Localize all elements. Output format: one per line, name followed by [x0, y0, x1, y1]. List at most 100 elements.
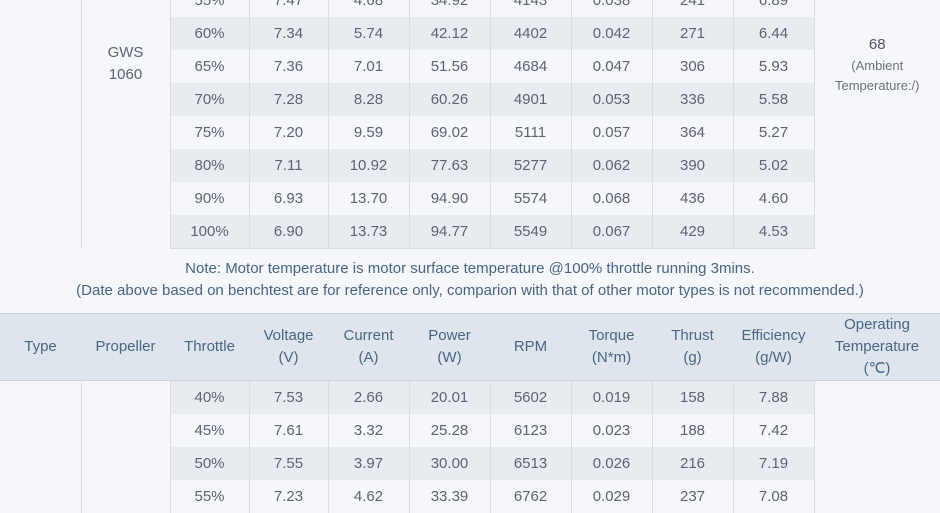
torque-cell: 0.029	[571, 480, 652, 513]
throttle-cell: 70%	[170, 83, 249, 116]
note-line-2: (Date above based on benchtest are for r…	[0, 280, 940, 302]
current-cell: 8.28	[328, 83, 409, 116]
efficiency-cell: 5.93	[733, 50, 814, 83]
throttle-cell: 75%	[170, 116, 249, 149]
header-type: Type	[0, 314, 81, 381]
propeller-label: GWS	[82, 42, 170, 64]
current-cell: 4.68	[328, 0, 409, 17]
efficiency-cell: 5.27	[733, 116, 814, 149]
throttle-cell: 55%	[170, 0, 249, 17]
torque-cell: 0.057	[571, 116, 652, 149]
power-cell: 60.26	[409, 83, 490, 116]
table-row: 40%7.532.6620.0156020.0191587.88	[0, 381, 940, 415]
header-power: Power(W)	[409, 314, 490, 381]
voltage-cell: 6.93	[249, 182, 328, 215]
torque-cell: 0.047	[571, 50, 652, 83]
current-cell: 13.73	[328, 215, 409, 249]
throttle-cell: 55%	[170, 480, 249, 513]
voltage-cell: 7.61	[249, 414, 328, 447]
power-cell: 33.39	[409, 480, 490, 513]
upper-data-table: GWS106055%7.474.6834.9241430.0382416.896…	[0, 0, 940, 249]
thrust-cell: 364	[652, 116, 733, 149]
operating-temperature-cell	[814, 381, 940, 513]
rpm-cell: 5111	[490, 116, 571, 149]
ambient-temperature-note: (Ambient	[815, 56, 940, 76]
torque-cell: 0.038	[571, 0, 652, 17]
rpm-cell: 4143	[490, 0, 571, 17]
ambient-temperature-note: Temperature:/)	[815, 76, 940, 96]
power-cell: 42.12	[409, 17, 490, 50]
rpm-cell: 6762	[490, 480, 571, 513]
propeller-label: 1060	[82, 64, 170, 86]
torque-cell: 0.042	[571, 17, 652, 50]
lower-table-body: 40%7.532.6620.0156020.0191587.8845%7.613…	[0, 381, 940, 513]
rpm-cell: 5602	[490, 381, 571, 415]
efficiency-cell: 4.53	[733, 215, 814, 249]
header-rpm: RPM	[490, 314, 571, 381]
header-thrust: Thrust(g)	[652, 314, 733, 381]
header-torque: Torque(N*m)	[571, 314, 652, 381]
voltage-cell: 7.28	[249, 83, 328, 116]
note-line-1: Note: Motor temperature is motor surface…	[0, 258, 940, 280]
current-cell: 3.97	[328, 447, 409, 480]
efficiency-cell: 6.89	[733, 0, 814, 17]
power-cell: 77.63	[409, 149, 490, 182]
voltage-cell: 6.90	[249, 215, 328, 249]
type-cell	[0, 0, 81, 249]
current-cell: 13.70	[328, 182, 409, 215]
throttle-cell: 80%	[170, 149, 249, 182]
torque-cell: 0.062	[571, 149, 652, 182]
efficiency-cell: 4.60	[733, 182, 814, 215]
torque-cell: 0.023	[571, 414, 652, 447]
throttle-cell: 50%	[170, 447, 249, 480]
torque-cell: 0.067	[571, 215, 652, 249]
current-cell: 10.92	[328, 149, 409, 182]
throttle-cell: 100%	[170, 215, 249, 249]
torque-cell: 0.053	[571, 83, 652, 116]
torque-cell: 0.026	[571, 447, 652, 480]
voltage-cell: 7.36	[249, 50, 328, 83]
thrust-cell: 436	[652, 182, 733, 215]
header-row: Type Propeller Throttle Voltage(V) Curre…	[0, 314, 940, 381]
current-cell: 2.66	[328, 381, 409, 415]
voltage-cell: 7.11	[249, 149, 328, 182]
thrust-cell: 241	[652, 0, 733, 17]
temperature-value: 68	[815, 34, 940, 56]
power-cell: 20.01	[409, 381, 490, 415]
thrust-cell: 429	[652, 215, 733, 249]
current-cell: 3.32	[328, 414, 409, 447]
voltage-cell: 7.20	[249, 116, 328, 149]
thrust-cell: 271	[652, 17, 733, 50]
efficiency-cell: 7.19	[733, 447, 814, 480]
voltage-cell: 7.55	[249, 447, 328, 480]
thrust-cell: 306	[652, 50, 733, 83]
operating-temperature-cell: 68(AmbientTemperature:/)	[814, 0, 940, 249]
rpm-cell: 6123	[490, 414, 571, 447]
header-operating-temperature: OperatingTemperature(℃)	[814, 314, 940, 381]
header-voltage: Voltage(V)	[249, 314, 328, 381]
current-cell: 9.59	[328, 116, 409, 149]
throttle-cell: 90%	[170, 182, 249, 215]
benchtest-note: Note: Motor temperature is motor surface…	[0, 248, 940, 312]
throttle-cell: 60%	[170, 17, 249, 50]
efficiency-cell: 5.02	[733, 149, 814, 182]
rpm-cell: 6513	[490, 447, 571, 480]
power-cell: 34.92	[409, 0, 490, 17]
upper-table-body: GWS106055%7.474.6834.9241430.0382416.896…	[0, 0, 940, 249]
header-throttle: Throttle	[170, 314, 249, 381]
current-cell: 5.74	[328, 17, 409, 50]
propeller-cell: GWS1060	[81, 0, 170, 249]
torque-cell: 0.019	[571, 381, 652, 415]
thrust-cell: 158	[652, 381, 733, 415]
rpm-cell: 4684	[490, 50, 571, 83]
thrust-cell: 188	[652, 414, 733, 447]
thrust-cell: 237	[652, 480, 733, 513]
thrust-cell: 390	[652, 149, 733, 182]
throttle-cell: 40%	[170, 381, 249, 415]
power-cell: 94.90	[409, 182, 490, 215]
rpm-cell: 5574	[490, 182, 571, 215]
power-cell: 25.28	[409, 414, 490, 447]
efficiency-cell: 7.88	[733, 381, 814, 415]
rpm-cell: 4901	[490, 83, 571, 116]
torque-cell: 0.068	[571, 182, 652, 215]
